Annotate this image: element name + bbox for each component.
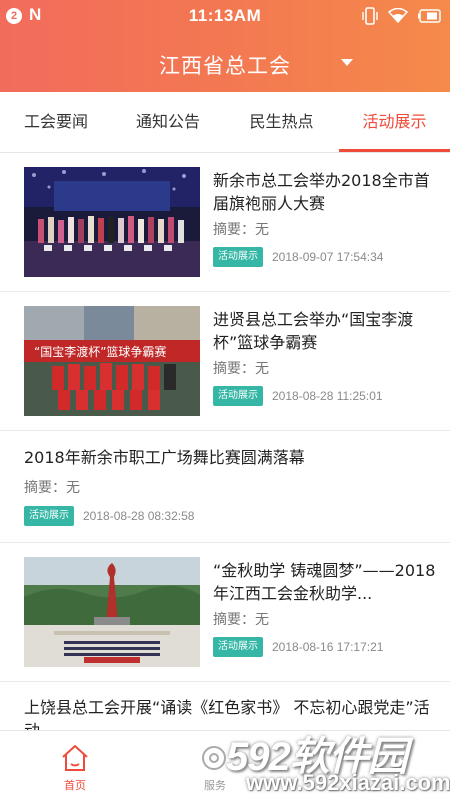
title-bar[interactable]: 江西省总工会 — [0, 40, 450, 84]
org-title[interactable]: 江西省总工会 — [0, 50, 450, 80]
tab-activities[interactable]: 活动展示 — [339, 92, 450, 152]
article-summary: 摘要：无 — [213, 612, 269, 628]
list-item[interactable]: 新余市总工会举办2018全市首届旗袍丽人大赛 摘要：无 活动展示 2018-09… — [0, 153, 450, 292]
home-icon[interactable] — [60, 743, 90, 773]
chevron-down-icon[interactable] — [341, 59, 353, 66]
wifi-icon — [388, 8, 408, 24]
banner-text: “国宝李渡杯”篮球争霸赛 — [34, 344, 166, 359]
tab-livelihood[interactable]: 民生热点 — [224, 92, 339, 152]
article-summary: 摘要：无 — [213, 361, 269, 377]
publish-date: 2018-08-16 17:17:21 — [272, 640, 384, 654]
basketball-team-photo: “国宝李渡杯”篮球争霸赛 — [24, 306, 200, 416]
app-header: 2 N 11:13AM 江西省总工会 — [0, 0, 450, 92]
article-summary: 摘要：无 — [24, 480, 80, 496]
list-item[interactable]: “国宝李渡杯”篮球争霸赛 进贤县总工会举办“国宝李渡杯”篮球争霸赛 摘要：无 活… — [0, 292, 450, 431]
publish-date: 2018-08-28 11:25:01 — [272, 389, 383, 403]
category-tag: 活动展示 — [213, 386, 263, 406]
article-thumbnail — [24, 167, 200, 277]
publish-date: 2018-09-07 17:54:34 — [272, 250, 384, 264]
category-tabs: 工会要闻 通知公告 民生热点 活动展示 — [0, 92, 450, 153]
article-summary: 摘要：无 — [213, 222, 269, 238]
battery-icon — [418, 9, 441, 23]
tab-notices[interactable]: 通知公告 — [112, 92, 224, 152]
list-item[interactable]: 2018年新余市职工广场舞比赛圆满落幕 摘要：无 活动展示 2018-08-28… — [0, 431, 450, 543]
status-icons — [362, 6, 442, 26]
watermark-url: www.592xiazai.com — [246, 770, 450, 795]
category-tag: 活动展示 — [213, 637, 263, 657]
article-title[interactable]: 新余市总工会举办2018全市首届旗袍丽人大赛 — [213, 169, 435, 215]
article-title[interactable]: 进贤县总工会举办“国宝李渡杯”篮球争霸赛 — [213, 308, 437, 354]
article-thumbnail: “国宝李渡杯”篮球争霸赛 — [24, 306, 200, 416]
watermark: 592软件园 www.592xiazai.com — [218, 722, 450, 800]
status-bar: 2 N 11:13AM — [0, 0, 450, 32]
article-title[interactable]: “金秋助学 铸魂圆梦”——2018年江西工会金秋助学... — [213, 559, 437, 605]
article-title[interactable]: 2018年新余市职工广场舞比赛圆满落幕 — [24, 446, 434, 469]
tab-union-news[interactable]: 工会要闻 — [0, 92, 112, 152]
stage-award-photo — [24, 167, 200, 277]
nav-home-label[interactable]: 首页 — [40, 777, 110, 793]
publish-date: 2018-08-28 08:32:58 — [83, 509, 195, 523]
category-tag: 活动展示 — [213, 247, 263, 267]
category-tag: 活动展示 — [24, 506, 74, 526]
list-item[interactable]: “金秋助学 铸魂圆梦”——2018年江西工会金秋助学... 摘要：无 活动展示 … — [0, 543, 450, 682]
monument-plaza-photo — [24, 557, 200, 667]
active-tab-indicator — [339, 149, 450, 152]
article-thumbnail — [24, 557, 200, 667]
vibrate-icon — [362, 7, 378, 25]
